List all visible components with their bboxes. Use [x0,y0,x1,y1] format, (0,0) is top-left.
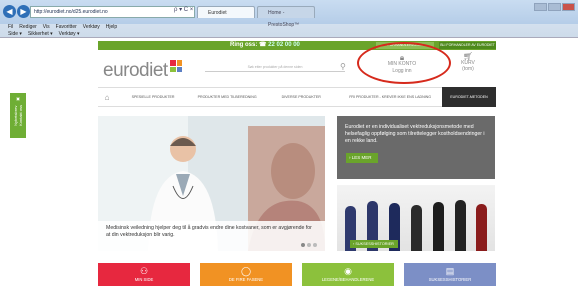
cart-status: (tom) [462,66,474,72]
logo-square-red [170,60,176,66]
page-menu[interactable]: Side ▾ [8,31,22,37]
menu-tools[interactable]: Verktøy [83,24,100,30]
address-bar[interactable]: http://eurodiet.no/d25.eurodiet.no [30,6,195,18]
site-logo[interactable]: eurodiet [103,60,168,82]
person-figure [476,204,487,251]
nav-misc-products[interactable]: DIVERSE PRODUKTER [264,95,338,99]
nav-special-products[interactable]: SPESIELLE PRODUKTER [116,95,190,99]
menu-view[interactable]: Vis [43,24,50,30]
safety-menu[interactable]: Sikkerhet ▾ [28,31,53,37]
tools-menu[interactable]: Verktøy ▾ [59,31,80,37]
chat-icon: ◯ [240,266,252,276]
search-icon[interactable]: ⚲ [340,62,346,71]
menu-favorites[interactable]: Favoritter [56,24,77,30]
cart-link[interactable]: 🛒︎ KURV (tom) [456,53,480,73]
tile-my-page[interactable]: ⚇ MIN SIDE [98,263,190,286]
document-icon: ▤ [445,266,455,276]
ring-label: Ring oss: [230,42,258,48]
slider-dot[interactable] [301,243,305,247]
person-icon: ⚇ [139,266,149,276]
browser-chrome: ◀ ▶ http://eurodiet.no/d25.eurodiet.no ρ… [0,0,578,38]
success-stories-button[interactable]: › SUKSESSHISTORIER [350,240,398,248]
window-controls [534,3,575,11]
info-text: Eurodiet er en individualiset vektreduks… [345,124,485,144]
search-input[interactable]: Søk etter produkter på denne siden [205,63,345,72]
phone-number[interactable]: 22 02 00 00 [268,42,300,48]
tile-label: SUKSESSHISTORIER [428,277,472,282]
maximize-button[interactable] [548,3,561,11]
slider-dots [301,243,317,247]
tile-label: LEGENE/BEHANDLERENE [321,277,375,282]
menu-file[interactable]: Fil [8,24,13,30]
account-title: MIN KONTO [387,61,417,67]
menu-bar: Fil Rediger Vis Favoritter Verktøy Hjelp [8,24,117,30]
become-retailer-button[interactable]: BLI FORHANDLER AV EURODIET [439,42,496,49]
nav-prepared-products[interactable]: PRODUKTER MED TILBEREDNING [190,95,264,99]
tab-eurodiet[interactable]: Eurodiet [197,6,255,18]
tile-label: DE FIRE FASENE [228,277,264,282]
lock-icon: 🔒︎ [399,53,405,62]
my-account-link[interactable]: 🔒︎ MIN KONTO Logg inn [372,54,432,75]
main-nav: ⌂ SPESIELLE PRODUKTER PRODUKTER MED TILB… [98,87,497,107]
tile-doctors[interactable]: ◉ LEGENE/BEHANDLERENE [302,263,394,286]
back-button[interactable]: ◀ [3,5,16,18]
forward-button[interactable]: ▶ [17,5,30,18]
sidetab-sub: Kontakt oss [18,105,23,126]
tile-four-phases[interactable]: ◯ DE FIRE FASENE [200,263,292,286]
command-bar: Side ▾ Sikkerhet ▾ Verktøy ▾ [8,31,80,37]
tab-home[interactable]: Home - PrestoShop™ [257,6,315,28]
tile-label: MIN SIDE [134,277,154,282]
sidetab-icon: ▣ [16,96,20,101]
menu-edit[interactable]: Rediger [19,24,37,30]
location-icon: ◉ [344,266,352,276]
newsletter-sidetab[interactable]: ▣ Nyhetsbrev Kontakt oss [10,93,26,138]
hero-slider[interactable]: Medisinsk veiledning hjelper deg til å g… [98,116,325,251]
address-tools[interactable]: ρ ▾ C × [174,6,193,13]
logo-mark-icon [170,60,182,72]
logo-square-orange [176,60,182,66]
person-figure [411,205,422,251]
slider-dot[interactable] [313,243,317,247]
logo-square-green [170,66,176,72]
nav-free-products[interactable]: FRI PRODUKTER - KREVER IKKE ENS LADNING [338,95,442,99]
person-figure [433,202,444,251]
logo-square-blue [176,66,182,72]
read-more-button[interactable]: › LES MER [346,153,378,163]
phone-info: Ring oss: ☎ 22 02 00 00 [230,41,300,50]
nav-eurodiet-method[interactable]: EURODIET-METODEN [442,87,497,107]
hero-caption: Medisinsk veiledning hjelper deg til å g… [98,221,325,251]
tile-success-stories[interactable]: ▤ SUKSESSHISTORIER [404,263,496,286]
close-window-button[interactable] [562,3,575,11]
person-figure [455,200,466,251]
account-login[interactable]: Logg inn [372,68,432,75]
slider-dot[interactable] [307,243,311,247]
info-box: Eurodiet er en individualiset vektreduks… [337,116,495,179]
menu-help[interactable]: Hjelp [106,24,117,30]
phone-icon: ☎ [259,42,267,48]
minimize-button[interactable] [534,3,547,11]
home-icon[interactable]: ⌂ [98,93,116,102]
